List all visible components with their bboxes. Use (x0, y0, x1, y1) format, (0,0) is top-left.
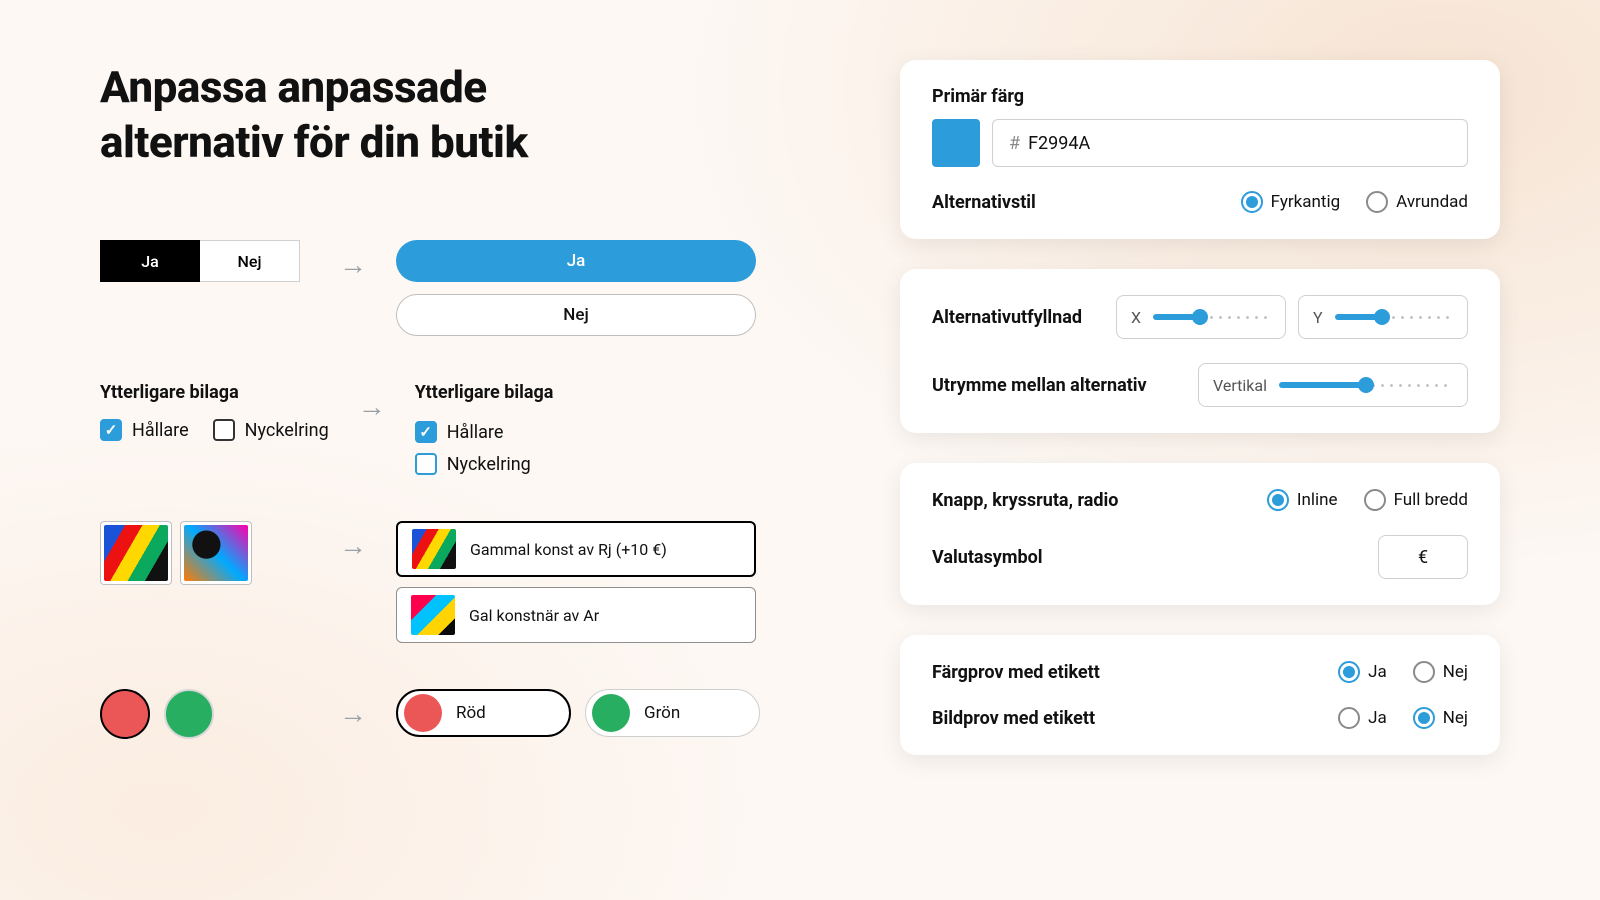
color-dot-icon (404, 694, 442, 732)
before-cb-1[interactable]: Hållare (100, 419, 189, 441)
after-cb-2[interactable]: Nyckelring (415, 453, 820, 475)
color-swatch-yes-label: Ja (1368, 662, 1387, 682)
gap-label: Utrymme mellan alternativ (932, 375, 1147, 396)
after-no-button[interactable]: Nej (396, 294, 756, 336)
radio-selected-icon (1241, 191, 1263, 213)
attach-heading-after: Ytterligare bilaga (415, 382, 820, 403)
page-title: Anpassa anpassade alternativ för din but… (100, 60, 620, 170)
before-image-swatch-1[interactable] (100, 521, 172, 585)
after-image-row-2[interactable]: Gal konstnär av Ar (396, 587, 756, 643)
before-cb-2[interactable]: Nyckelring (213, 419, 329, 441)
before-image-swatch-2[interactable] (180, 521, 252, 585)
checkbox-checked-icon (100, 419, 122, 441)
option-style-rounded-label: Avrundad (1396, 192, 1468, 212)
color-swatch-no-radio[interactable]: Nej (1413, 661, 1468, 683)
radio-selected-icon (1267, 489, 1289, 511)
artwork-thumb-icon (412, 529, 456, 569)
card-swatch-labels: Färgprov med etikett Ja Nej Bildprov med… (900, 635, 1500, 755)
gap-axis-label: Vertikal (1213, 376, 1267, 395)
after-image-row-1-label: Gammal konst av Rj (+10 €) (470, 540, 667, 559)
option-style-square-radio[interactable]: Fyrkantig (1241, 191, 1341, 213)
padding-y-slider[interactable]: Y (1298, 295, 1468, 339)
artwork-thumb-icon (104, 525, 168, 581)
image-swatch-yes-radio[interactable]: Ja (1338, 707, 1387, 729)
after-color-pill-red-label: Röd (456, 703, 486, 723)
arrow-icon: → (338, 689, 368, 730)
primary-color-input[interactable]: # F2994A (992, 119, 1468, 167)
color-dot-icon (592, 694, 630, 732)
card-color-style: Primär färg # F2994A Alternativstil Fyrk… (900, 60, 1500, 239)
image-swatch-yes-label: Ja (1368, 708, 1387, 728)
color-swatch-label-setting: Färgprov med etikett (932, 662, 1100, 683)
card-layout-currency: Knapp, kryssruta, radio Inline Full bred… (900, 463, 1500, 605)
primary-color-chip[interactable] (932, 119, 980, 167)
currency-input[interactable]: € (1378, 535, 1468, 579)
primary-color-label: Primär färg (932, 86, 1468, 107)
option-style-square-label: Fyrkantig (1271, 192, 1341, 212)
image-swatch-label-setting: Bildprov med etikett (932, 708, 1095, 729)
currency-label: Valutasymbol (932, 547, 1043, 568)
padding-x-slider[interactable]: X (1116, 295, 1286, 339)
radio-selected-icon (1338, 661, 1360, 683)
color-swatch-yes-radio[interactable]: Ja (1338, 661, 1387, 683)
color-swatch-no-label: Nej (1443, 662, 1468, 682)
checkbox-empty-icon (213, 419, 235, 441)
arrow-icon: → (338, 240, 368, 281)
attach-heading-before: Ytterligare bilaga (100, 382, 329, 403)
after-image-row-2-label: Gal konstnär av Ar (469, 606, 599, 625)
radio-selected-icon (1413, 707, 1435, 729)
after-cb-1[interactable]: Hållare (415, 421, 820, 443)
after-image-row-1[interactable]: Gammal konst av Rj (+10 €) (396, 521, 756, 577)
after-yes-button[interactable]: Ja (396, 240, 756, 282)
example-color-swatch: → Röd Grön (100, 689, 820, 739)
example-image-swatch: → Gammal konst av Rj (+10 €) Gal konstnä… (100, 521, 820, 643)
padding-label: Alternativutfyllnad (932, 307, 1082, 328)
padding-x-axis-label: X (1131, 308, 1141, 327)
after-color-pill-green[interactable]: Grön (585, 689, 760, 737)
layout-full-radio[interactable]: Full bredd (1364, 489, 1468, 511)
gap-slider[interactable]: Vertikal (1198, 363, 1468, 407)
after-cb-1-label: Hållare (447, 422, 504, 443)
radio-empty-icon (1413, 661, 1435, 683)
primary-color-value: F2994A (1028, 133, 1090, 154)
before-cb-2-label: Nyckelring (245, 420, 329, 441)
layout-inline-label: Inline (1297, 490, 1338, 510)
layout-inline-radio[interactable]: Inline (1267, 489, 1338, 511)
example-yesno: Ja Nej → Ja Nej (100, 240, 820, 336)
hash-prefix: # (1009, 133, 1020, 154)
artwork-thumb-icon (184, 525, 248, 581)
image-swatch-no-radio[interactable]: Nej (1413, 707, 1468, 729)
example-attachment: Ytterligare bilaga Hållare Nyckelring → … (100, 382, 820, 475)
arrow-icon: → (357, 382, 387, 423)
artwork-thumb-icon (411, 595, 455, 635)
after-cb-2-label: Nyckelring (447, 454, 531, 475)
before-no-button[interactable]: Nej (200, 240, 300, 282)
before-color-swatch-red[interactable] (100, 689, 150, 739)
before-color-swatch-green[interactable] (164, 689, 214, 739)
radio-empty-icon (1364, 489, 1386, 511)
option-style-label: Alternativstil (932, 192, 1036, 213)
layout-full-label: Full bredd (1394, 490, 1468, 510)
before-cb-1-label: Hållare (132, 420, 189, 441)
padding-y-axis-label: Y (1313, 308, 1323, 327)
checkbox-checked-icon (415, 421, 437, 443)
radio-empty-icon (1338, 707, 1360, 729)
card-spacing: Alternativutfyllnad X Y Utrymme mellan a… (900, 269, 1500, 433)
after-color-pill-green-label: Grön (644, 703, 680, 723)
before-yes-button[interactable]: Ja (100, 240, 200, 282)
checkbox-empty-icon (415, 453, 437, 475)
arrow-icon: → (338, 521, 368, 562)
layout-label: Knapp, kryssruta, radio (932, 490, 1118, 511)
radio-empty-icon (1366, 191, 1388, 213)
after-color-pill-red[interactable]: Röd (396, 689, 571, 737)
image-swatch-no-label: Nej (1443, 708, 1468, 728)
option-style-rounded-radio[interactable]: Avrundad (1366, 191, 1468, 213)
